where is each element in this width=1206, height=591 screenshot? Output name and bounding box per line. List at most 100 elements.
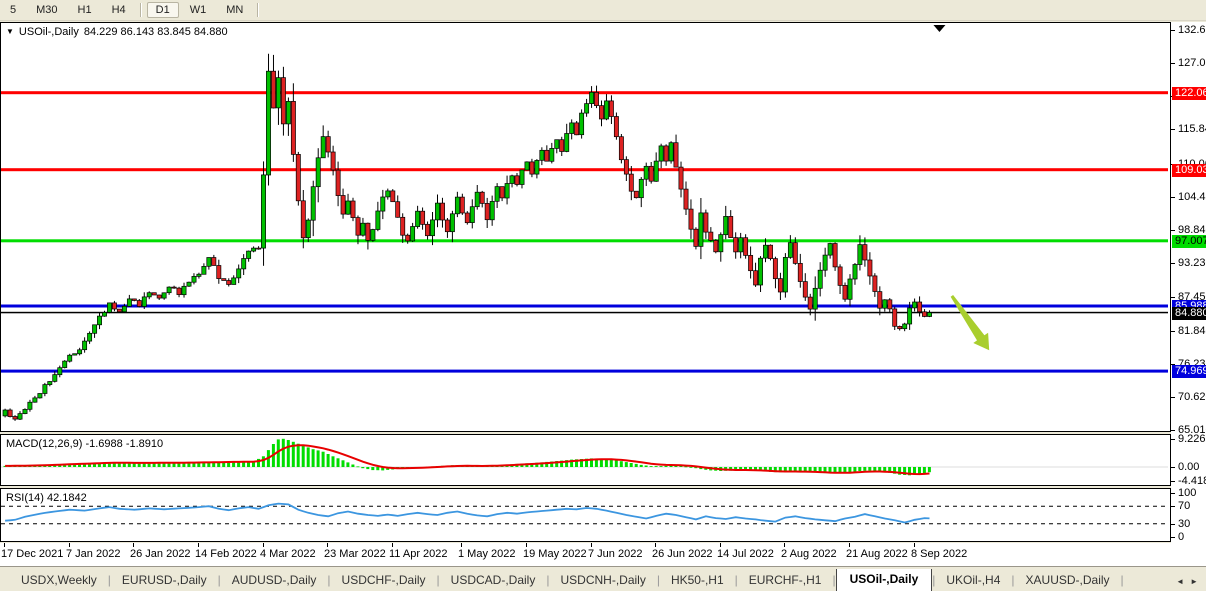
date-label: 23 Mar 2022 xyxy=(324,548,386,560)
level-line-74.969[interactable] xyxy=(1,370,1168,373)
date-tick xyxy=(655,543,656,547)
timeframe-button-mn[interactable]: MN xyxy=(217,2,252,18)
candle-body xyxy=(908,308,912,324)
tab-audusd-daily[interactable]: AUDUSD-,Daily xyxy=(221,570,328,591)
candle-body xyxy=(619,137,623,160)
candle-body xyxy=(575,123,579,135)
candle-body xyxy=(366,223,370,240)
candle-body xyxy=(18,414,22,420)
candle-body xyxy=(43,385,47,394)
candle-body xyxy=(823,255,827,270)
date-tick xyxy=(591,543,592,547)
candle-body xyxy=(266,71,270,175)
macd-histogram-bar xyxy=(625,462,628,467)
toolbar-separator xyxy=(257,3,259,17)
macd-histogram-bar xyxy=(620,461,623,467)
price-axis[interactable]: 132.670127.060121.450115.840110.060104.4… xyxy=(1171,22,1206,566)
tab-usdchf-daily[interactable]: USDCHF-,Daily xyxy=(331,570,437,591)
level-line-109.036[interactable] xyxy=(1,168,1168,171)
macd-label: MACD(12,26,9) -1.6988 -1.8910 xyxy=(6,438,163,450)
candle-body xyxy=(828,244,832,256)
macd-histogram-bar xyxy=(873,467,876,471)
date-axis[interactable]: 17 Dec 20217 Jan 202226 Jan 202214 Feb 2… xyxy=(0,543,1171,566)
tab-ukoil-h4[interactable]: UKOil-,H4 xyxy=(935,570,1011,591)
macd-axis--4.4188: -4.4188 xyxy=(1178,475,1206,487)
sell-direction-arrow[interactable] xyxy=(951,295,990,350)
candle-body xyxy=(798,263,802,281)
tab-usdcnh-daily[interactable]: USDCNH-,Daily xyxy=(549,570,656,591)
candle-body xyxy=(271,71,275,108)
timeframe-button-5[interactable]: 5 xyxy=(1,2,25,18)
candle-body xyxy=(609,101,613,117)
timeframe-button-m30[interactable]: M30 xyxy=(27,2,66,18)
macd-histogram-bar xyxy=(853,467,856,472)
timeframe-button-w1[interactable]: W1 xyxy=(181,2,216,18)
date-tick xyxy=(461,543,462,547)
candle-body xyxy=(371,230,375,241)
rsi-indicator-pane[interactable]: RSI(14) 42.1842 xyxy=(0,488,1171,542)
tab-eurusd-daily[interactable]: EURUSD-,Daily xyxy=(111,570,218,591)
candle-body xyxy=(689,209,693,229)
price-tick-70.620: 70.620 xyxy=(1178,391,1206,403)
tab-hk50-h1[interactable]: HK50-,H1 xyxy=(660,570,735,591)
tab-usoil-daily[interactable]: USOil-,Daily xyxy=(836,569,933,591)
timeframe-button-h1[interactable]: H1 xyxy=(69,2,101,18)
candle-body xyxy=(550,148,554,161)
macd-indicator-pane[interactable]: MACD(12,26,9) -1.6988 -1.8910 xyxy=(0,434,1171,486)
level-line-122.066[interactable] xyxy=(1,91,1168,94)
toolbar-separator xyxy=(140,3,142,17)
macd-histogram-bar xyxy=(366,467,369,469)
tab-usdcad-daily[interactable]: USDCAD-,Daily xyxy=(440,570,547,591)
candle-body xyxy=(768,245,772,258)
level-line-85.988[interactable] xyxy=(1,305,1168,308)
candle-body xyxy=(445,220,449,232)
candle-body xyxy=(540,150,544,160)
tab-usdx-weekly[interactable]: USDX,Weekly xyxy=(10,570,108,591)
macd-histogram-bar xyxy=(630,463,633,467)
candlestick-chart-canvas[interactable] xyxy=(1,23,1168,429)
level-price-label-74.969: 74.969 xyxy=(1172,365,1206,378)
macd-canvas[interactable] xyxy=(1,435,1168,483)
candle-body xyxy=(918,302,922,312)
timeframe-button-h4[interactable]: H4 xyxy=(103,2,135,18)
macd-histogram-bar xyxy=(332,456,335,467)
date-tick xyxy=(914,543,915,547)
timeframe-button-d1[interactable]: D1 xyxy=(147,2,179,18)
candle-body xyxy=(808,297,812,309)
price-chart-pane[interactable]: ▼ USOil-,Daily 84.229 86.143 83.845 84.8… xyxy=(0,22,1171,432)
candle-body xyxy=(396,202,400,218)
candle-body xyxy=(813,288,817,309)
candle-body xyxy=(838,267,842,286)
candle-body xyxy=(286,101,290,124)
candle-body xyxy=(356,218,360,236)
candle-body xyxy=(177,288,181,295)
candle-body xyxy=(724,216,728,234)
tab-scroll-right-icon[interactable]: ► xyxy=(1190,577,1198,586)
axis-tick xyxy=(1171,506,1175,507)
macd-histogram-bar xyxy=(346,462,349,467)
chart-title-collapse-icon[interactable]: ▼ xyxy=(6,28,14,36)
candle-body xyxy=(793,243,797,264)
tab-eurchf-h1[interactable]: EURCHF-,H1 xyxy=(738,570,833,591)
date-tick xyxy=(784,543,785,547)
candle-body xyxy=(132,299,136,301)
tab-scroll-left-icon[interactable]: ◄ xyxy=(1176,577,1184,586)
chart-tab-bar: USDX,Weekly|EURUSD-,Daily|AUDUSD-,Daily|… xyxy=(0,566,1206,591)
candle-body xyxy=(803,282,807,298)
macd-histogram-bar xyxy=(858,467,861,471)
candle-body xyxy=(913,302,917,308)
candle-body xyxy=(649,166,653,181)
macd-histogram-bar xyxy=(262,456,265,467)
candle-body xyxy=(416,211,420,226)
candle-body xyxy=(843,285,847,299)
candle-body xyxy=(525,162,529,170)
candle-body xyxy=(301,201,305,238)
macd-histogram-bar xyxy=(660,466,663,467)
chart-shift-triangle-icon[interactable] xyxy=(933,25,945,32)
candle-body xyxy=(560,140,564,152)
candle-body xyxy=(470,207,474,223)
macd-histogram-bar xyxy=(297,444,300,467)
level-line-97.007[interactable] xyxy=(1,239,1168,242)
rsi-canvas[interactable] xyxy=(1,489,1168,539)
tab-xauusd-daily[interactable]: XAUUSD-,Daily xyxy=(1015,570,1121,591)
